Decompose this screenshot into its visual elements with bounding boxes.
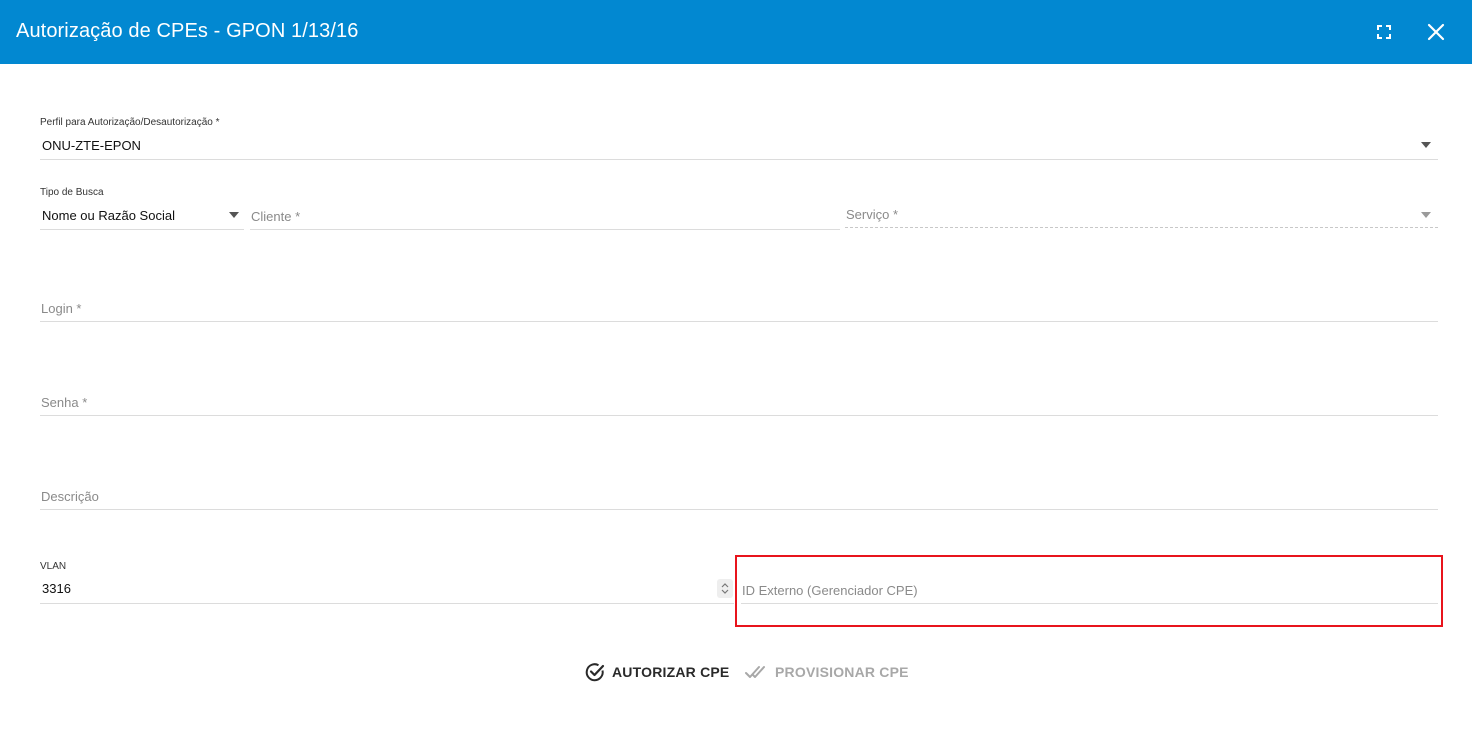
servico-dropdown-icon[interactable] — [1421, 212, 1431, 218]
check-circle-icon — [585, 663, 605, 682]
cliente-placeholder[interactable]: Cliente * — [251, 209, 300, 224]
tipo-busca-value[interactable]: Nome ou Razão Social — [42, 208, 175, 223]
tipo-busca-label: Tipo de Busca — [40, 187, 104, 198]
login-placeholder[interactable]: Login * — [41, 301, 81, 316]
autorizar-cpe-button[interactable]: AUTORIZAR CPE — [584, 660, 729, 684]
tipo-busca-underline — [40, 229, 244, 230]
servico-placeholder[interactable]: Serviço * — [846, 207, 898, 222]
servico-underline — [845, 227, 1438, 228]
close-icon[interactable] — [1422, 18, 1450, 46]
dialog-header: Autorização de CPEs - GPON 1/13/16 — [0, 0, 1472, 64]
double-check-icon — [745, 666, 765, 678]
perfil-value[interactable]: ONU-ZTE-EPON — [42, 138, 141, 153]
senha-placeholder[interactable]: Senha * — [41, 395, 87, 410]
perfil-label: Perfil para Autorização/Desautorização * — [40, 117, 220, 128]
vlan-label: VLAN — [40, 561, 67, 572]
dialog-title: Autorização de CPEs - GPON 1/13/16 — [16, 20, 359, 42]
tipo-busca-dropdown-icon[interactable] — [229, 212, 239, 218]
vlan-underline — [40, 603, 734, 604]
provisionar-cpe-label: PROVISIONAR CPE — [775, 664, 909, 680]
vlan-value[interactable]: 3316 — [42, 581, 71, 596]
senha-underline — [40, 415, 1438, 416]
perfil-underline — [40, 159, 1438, 160]
provisionar-cpe-button[interactable]: PROVISIONAR CPE — [745, 660, 909, 684]
cpe-authorization-dialog: Autorização de CPEs - GPON 1/13/16 Perfi… — [0, 0, 1472, 734]
fullscreen-icon[interactable] — [1370, 18, 1398, 46]
cliente-underline — [250, 229, 840, 230]
descricao-underline — [40, 509, 1438, 510]
descricao-placeholder[interactable]: Descrição — [41, 489, 99, 504]
autorizar-cpe-label: AUTORIZAR CPE — [612, 664, 730, 680]
highlight-box — [735, 555, 1443, 627]
perfil-dropdown-icon[interactable] — [1421, 142, 1431, 148]
login-underline — [40, 321, 1438, 322]
vlan-spinner-icon[interactable] — [717, 579, 733, 598]
